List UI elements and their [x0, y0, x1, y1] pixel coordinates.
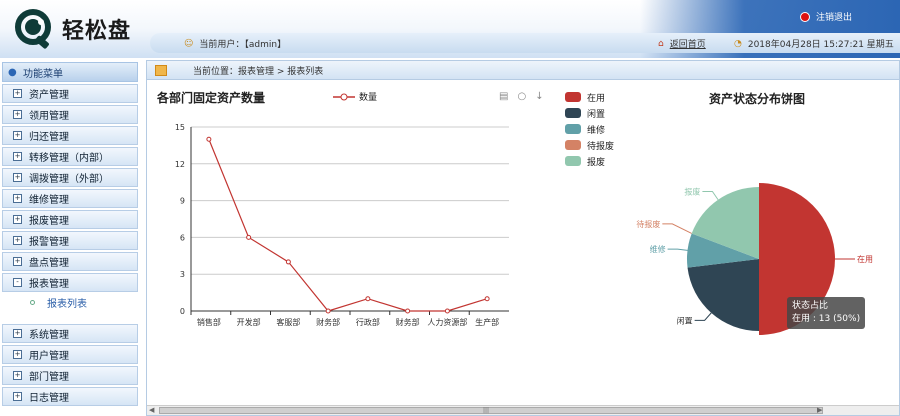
logout-label: 注销退出: [815, 13, 852, 23]
sidebar-item-label: 盘点管理: [29, 258, 69, 269]
sidebar-item[interactable]: + 报废管理: [2, 210, 138, 229]
collapse-icon: -: [13, 278, 22, 287]
sidebar-item[interactable]: + 维修管理: [2, 189, 138, 208]
current-user: ☺ 当前用户：【admin】: [184, 37, 287, 51]
sidebar-item-label: 资产管理: [29, 90, 69, 101]
sidebar-item-label: 维修管理: [29, 195, 69, 206]
current-user-label: 当前用户：【admin】: [199, 40, 287, 50]
bullet-icon: [30, 299, 35, 305]
sidebar-item[interactable]: + 转移管理（内部）: [2, 147, 138, 166]
datetime: ◔ 2018年04月28日 15:27:21 星期五: [734, 37, 894, 51]
scrollbar-thumb[interactable]: [159, 407, 823, 414]
sidebar-item[interactable]: + 报警管理: [2, 231, 138, 250]
menu-icon: ●: [8, 66, 17, 78]
sidebar-subitem-report-list[interactable]: 报表列表: [0, 294, 140, 310]
sidebar-item-label: 领用管理: [29, 111, 69, 122]
slice-label: 维修: [650, 244, 666, 254]
expand-icon: +: [13, 215, 22, 224]
slice-label: 报废: [684, 187, 700, 197]
sidebar-item[interactable]: + 领用管理: [2, 105, 138, 124]
logout-button[interactable]: 注销退出: [799, 10, 852, 23]
sidebar-title: ● 功能菜单: [2, 62, 138, 82]
expand-icon: +: [13, 131, 22, 140]
main-content: 当前位置：报表管理 > 报表列表 各部门固定资产数量 数量 ▤ ○ ↓ 0369…: [146, 60, 900, 416]
home-label: 返回首页: [669, 40, 706, 50]
tooltip-title: 状态占比: [792, 301, 829, 311]
info-bar: ☺ 当前用户：【admin】 ⌂ 返回首页 ◔ 2018年04月28日 15:2…: [150, 33, 900, 53]
expand-icon: +: [13, 371, 22, 380]
expand-icon: +: [13, 152, 22, 161]
slice-label: 在用: [857, 254, 873, 264]
expand-icon: +: [13, 89, 22, 98]
sidebar-item[interactable]: - 报表管理: [2, 273, 138, 292]
sidebar-title-label: 功能菜单: [23, 68, 63, 80]
expand-icon: +: [13, 257, 22, 266]
home-link[interactable]: ⌂ 返回首页: [658, 37, 706, 51]
expand-icon: +: [13, 350, 22, 359]
logo-icon: [15, 9, 51, 49]
scroll-right-icon[interactable]: ▶: [817, 406, 822, 414]
expand-icon: +: [13, 110, 22, 119]
sidebar-item[interactable]: + 盘点管理: [2, 252, 138, 271]
sidebar-item[interactable]: + 调拨管理（外部）: [2, 168, 138, 187]
slice-label-line: [667, 248, 688, 251]
logout-icon: [799, 11, 810, 22]
sidebar-item-label: 系统管理: [29, 330, 69, 341]
sidebar: ● 功能菜单 + 资产管理 + 领用管理 + 归还管理 + 转移管理（内部） + 调拨管理（外部）…: [0, 58, 140, 416]
sidebar-item[interactable]: + 日志管理: [2, 387, 138, 406]
datetime-label: 2018年04月28日 15:27:21 星期五: [747, 40, 894, 50]
sidebar-item[interactable]: + 归还管理: [2, 126, 138, 145]
sidebar-item[interactable]: + 用户管理: [2, 345, 138, 364]
sidebar-subitem-label: 报表列表: [47, 298, 87, 310]
slice-label-line: [694, 312, 712, 321]
expand-icon: +: [13, 236, 22, 245]
sidebar-item-label: 部门管理: [29, 372, 69, 383]
grip-icon: |||: [483, 407, 490, 414]
expand-icon: +: [13, 194, 22, 203]
pie-chart: 在用闲置 维修 待报废 报废: [636, 183, 873, 335]
sidebar-item-label: 日志管理: [29, 393, 69, 404]
sidebar-item-label: 报表管理: [29, 279, 69, 290]
slice-label-line: [702, 191, 719, 201]
clock-icon: ◔: [734, 38, 742, 49]
horizontal-scrollbar[interactable]: ◀ ||| ▶: [147, 405, 899, 415]
tooltip-value: 在用 : 13 (50%): [792, 314, 861, 324]
sidebar-item[interactable]: + 资产管理: [2, 84, 138, 103]
pie-tooltip: 状态占比 在用 : 13 (50%): [787, 297, 866, 329]
sidebar-item-label: 调拨管理（外部）: [29, 174, 109, 185]
scroll-left-icon[interactable]: ◀: [149, 406, 154, 414]
expand-icon: +: [13, 173, 22, 182]
slice-label: 闲置: [677, 316, 693, 325]
sidebar-item-label: 转移管理（内部）: [29, 153, 109, 164]
sidebar-item-label: 报警管理: [29, 237, 69, 248]
user-icon: ☺: [184, 38, 194, 49]
slice-label-line: [662, 223, 692, 234]
expand-icon: +: [13, 392, 22, 401]
sidebar-item[interactable]: + 系统管理: [2, 324, 138, 343]
sidebar-item[interactable]: + 部门管理: [2, 366, 138, 385]
slice-label: 待报废: [636, 219, 660, 229]
home-icon: ⌂: [658, 38, 664, 49]
sidebar-item-label: 归还管理: [29, 132, 69, 143]
logo-text: 轻松盘: [62, 19, 132, 44]
sidebar-item-label: 用户管理: [29, 351, 69, 362]
sidebar-item-label: 报废管理: [29, 216, 69, 227]
expand-icon: +: [13, 329, 22, 338]
